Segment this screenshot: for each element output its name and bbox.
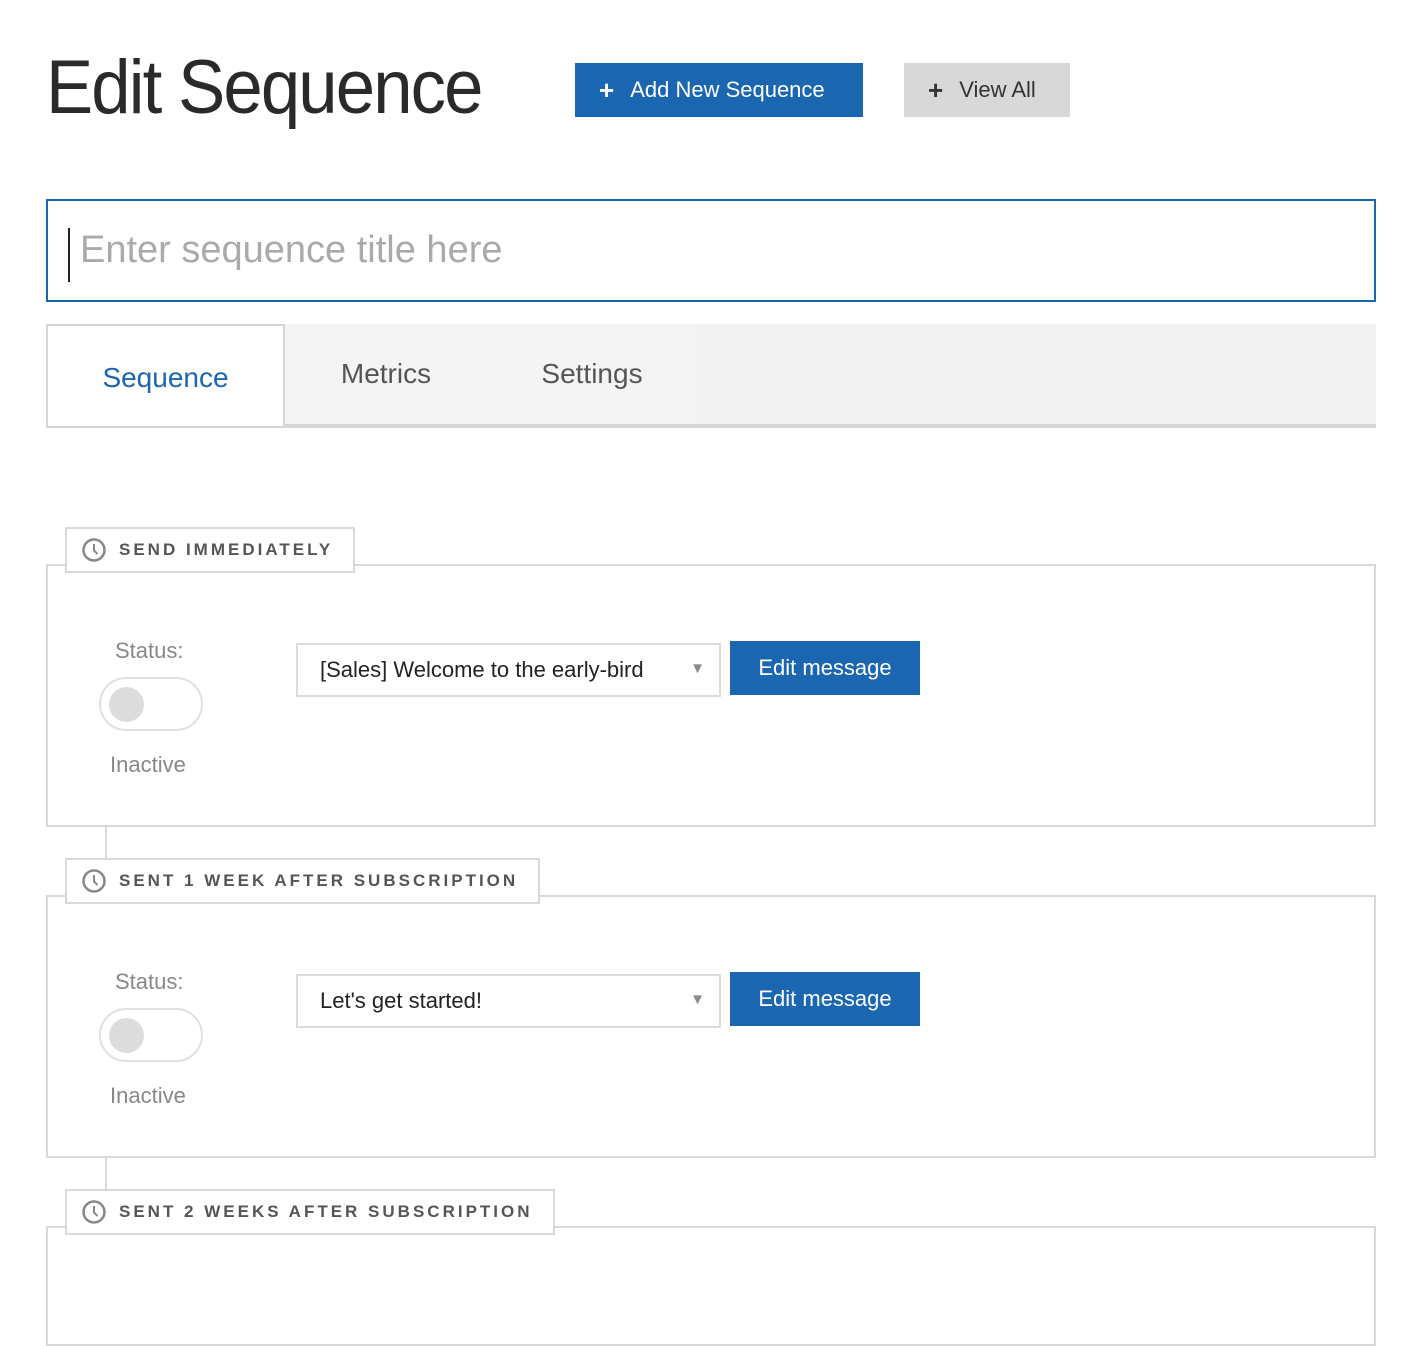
- page-title: Edit Sequence: [46, 45, 483, 130]
- view-all-button[interactable]: + View All: [904, 63, 1070, 117]
- status-label: Status:: [115, 638, 184, 663]
- step-timing-label: SENT 2 WEEKS AFTER SUBSCRIPTION: [65, 1189, 555, 1235]
- step-connector: [105, 827, 107, 859]
- clock-icon: [82, 538, 106, 562]
- tab-sequence[interactable]: Sequence: [46, 324, 285, 426]
- tab-metrics[interactable]: Metrics: [285, 324, 487, 424]
- step-timing-text: SENT 1 WEEK AFTER SUBSCRIPTION: [119, 871, 519, 890]
- page-header: Edit Sequence: [46, 38, 514, 138]
- status-toggle[interactable]: [99, 1008, 203, 1062]
- status-toggle[interactable]: [99, 677, 203, 731]
- view-all-label: View All: [959, 77, 1036, 102]
- step-timing-label: SENT 1 WEEK AFTER SUBSCRIPTION: [65, 858, 541, 904]
- toggle-knob: [109, 687, 144, 722]
- toggle-knob: [109, 1018, 144, 1053]
- add-new-sequence-button[interactable]: + Add New Sequence: [575, 63, 863, 117]
- message-select-value: Let's get started!: [320, 988, 482, 1013]
- add-new-sequence-label: Add New Sequence: [630, 77, 825, 102]
- status-value: Inactive: [110, 1083, 186, 1108]
- status-label: Status:: [115, 969, 184, 994]
- plus-icon: +: [599, 75, 615, 105]
- text-cursor: [68, 228, 70, 282]
- clock-icon: [82, 869, 106, 893]
- sequence-title-field[interactable]: [46, 199, 1376, 302]
- dropdown-arrow-icon: ▼: [690, 991, 705, 1008]
- tab-bar: Sequence Metrics Settings: [46, 324, 1376, 428]
- plus-icon: +: [928, 75, 944, 105]
- step-timing-text: SEND IMMEDIATELY: [119, 540, 334, 559]
- sequence-title-input[interactable]: [48, 201, 1374, 300]
- message-select-value: [Sales] Welcome to the early-bird: [320, 657, 644, 682]
- status-value: Inactive: [110, 752, 186, 777]
- edit-message-button[interactable]: Edit message: [730, 972, 920, 1026]
- clock-icon: [82, 1200, 106, 1224]
- step-timing-label: SEND IMMEDIATELY: [65, 527, 356, 573]
- sequence-step-panel: [46, 1226, 1376, 1346]
- tab-settings[interactable]: Settings: [487, 324, 697, 424]
- message-select[interactable]: Let's get started! ▼: [296, 974, 721, 1028]
- dropdown-arrow-icon: ▼: [690, 660, 705, 677]
- message-select[interactable]: [Sales] Welcome to the early-bird ▼: [296, 643, 721, 697]
- step-timing-text: SENT 2 WEEKS AFTER SUBSCRIPTION: [119, 1202, 533, 1221]
- step-connector: [105, 1158, 107, 1190]
- edit-message-button[interactable]: Edit message: [730, 641, 920, 695]
